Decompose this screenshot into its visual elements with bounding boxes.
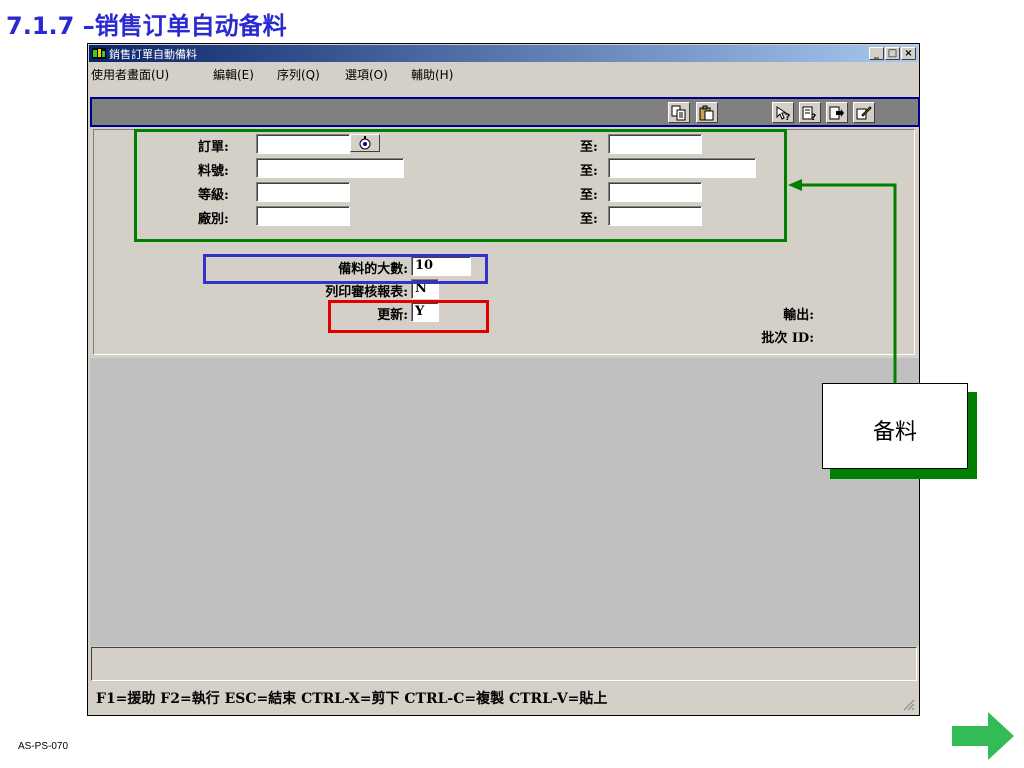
svg-text:?: ?	[785, 113, 790, 121]
menu-bar: 使用者畫面(U) 編輯(E) 序列(Q) 選項(O) 輔助(H)	[89, 63, 918, 83]
callout-connector	[788, 179, 897, 384]
svg-text:?: ?	[811, 113, 816, 121]
window-titlebar[interactable]: 銷售訂單自動備料 _ □ ×	[89, 45, 918, 62]
paste-button[interactable]	[696, 102, 718, 123]
toolbar: ? ?	[90, 97, 920, 127]
arrowhead-icon	[788, 179, 802, 191]
range-filter-highlight	[134, 129, 787, 242]
resize-grip-icon[interactable]	[901, 697, 915, 711]
slide-title: 7.1.7 –销售订单自动备料	[6, 12, 287, 40]
callout-box: 备料	[822, 383, 968, 469]
window-title: 銷售訂單自動備料	[109, 48, 197, 61]
process-button[interactable]	[853, 102, 875, 123]
max-alloc-highlight	[203, 254, 488, 284]
status-hotkeys: F1=援助 F2=執行 ESC=結束 CTRL-X=剪下 CTRL-C=複製 C…	[96, 691, 608, 707]
status-bar: F1=援助 F2=執行 ESC=結束 CTRL-X=剪下 CTRL-C=複製 C…	[90, 684, 919, 715]
exit-icon	[829, 106, 844, 120]
copy-icon	[671, 105, 686, 121]
close-button[interactable]: ×	[901, 47, 916, 60]
menu-help[interactable]: 輔助(H)	[411, 66, 453, 83]
copy-button[interactable]	[668, 102, 690, 123]
menu-user-screen[interactable]: 使用者畫面(U)	[91, 66, 169, 83]
process-icon	[856, 106, 872, 120]
field-help-button[interactable]: ?	[799, 102, 821, 123]
menu-edit[interactable]: 編輯(E)	[213, 66, 254, 83]
exit-button[interactable]	[826, 102, 848, 123]
next-arrow-icon[interactable]	[952, 712, 1014, 760]
context-help-button[interactable]: ?	[772, 102, 794, 123]
menu-options[interactable]: 選項(O)	[345, 66, 388, 83]
menu-sequence[interactable]: 序列(Q)	[277, 66, 320, 83]
maximize-button[interactable]: □	[885, 47, 900, 60]
callout-text: 备料	[872, 420, 917, 445]
field-help-icon: ?	[802, 106, 816, 121]
workspace-area	[90, 358, 919, 646]
minimize-button[interactable]: _	[869, 47, 884, 60]
slide-code: AS-PS-070	[18, 741, 69, 752]
paste-icon	[699, 105, 714, 121]
update-highlight	[328, 300, 489, 333]
message-bar	[91, 647, 917, 681]
context-help-icon: ?	[776, 106, 790, 121]
app-icon	[92, 48, 106, 59]
